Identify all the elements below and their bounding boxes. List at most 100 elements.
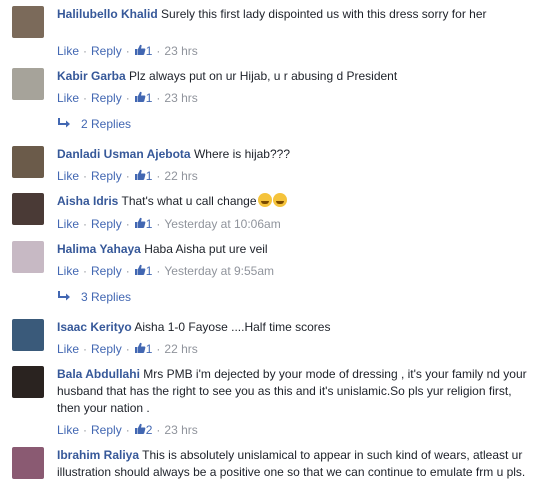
like-link[interactable]: Like bbox=[57, 91, 79, 105]
comment-author[interactable]: Ibrahim Raliya bbox=[57, 448, 139, 462]
comment-body: Halilubello Khalid Surely this first lad… bbox=[57, 6, 534, 23]
separator-dot: · bbox=[156, 217, 161, 231]
comment-author[interactable]: Isaac Kerityo bbox=[57, 320, 132, 334]
reply-link[interactable]: Reply bbox=[91, 342, 122, 356]
thumbs-up-icon bbox=[134, 44, 146, 55]
timestamp[interactable]: 22 hrs bbox=[164, 169, 197, 183]
like-count[interactable]: 1 bbox=[146, 342, 153, 356]
separator-dot: · bbox=[156, 423, 161, 437]
thumbs-up-icon bbox=[134, 91, 146, 102]
separator-dot: · bbox=[83, 169, 88, 183]
comment-body: Ibrahim Raliya This is absolutely unisla… bbox=[57, 447, 534, 481]
separator-dot: · bbox=[125, 217, 130, 231]
separator-dot: · bbox=[83, 217, 88, 231]
timestamp[interactable]: 23 hrs bbox=[164, 44, 197, 58]
like-link[interactable]: Like bbox=[57, 44, 79, 58]
separator-dot: · bbox=[156, 44, 161, 58]
comment-body: Bala Abdullahi Mrs PMB i'm dejected by y… bbox=[57, 366, 534, 417]
comment-author[interactable]: Danladi Usman Ajebota bbox=[57, 147, 191, 161]
separator-dot: · bbox=[156, 342, 161, 356]
separator-dot: · bbox=[125, 264, 130, 278]
comment-feed: Halilubello Khalid Surely this first lad… bbox=[0, 0, 546, 500]
thumbs-up-icon bbox=[134, 342, 146, 353]
avatar[interactable] bbox=[12, 366, 44, 398]
like-link[interactable]: Like bbox=[57, 264, 79, 278]
like-count[interactable]: 1 bbox=[146, 169, 153, 183]
comment-author[interactable]: Kabir Garba bbox=[57, 69, 126, 83]
avatar[interactable] bbox=[12, 241, 44, 273]
avatar[interactable] bbox=[12, 447, 44, 479]
like-count[interactable]: 2 bbox=[146, 423, 153, 437]
separator-dot: · bbox=[83, 264, 88, 278]
separator-dot: · bbox=[125, 169, 130, 183]
like-link[interactable]: Like bbox=[57, 342, 79, 356]
reply-link[interactable]: Reply bbox=[91, 91, 122, 105]
laughing-emoji-icon bbox=[257, 193, 272, 207]
comment-actions: Like · Reply · 1 · 23 hrs bbox=[57, 90, 198, 106]
thumbs-up-icon bbox=[134, 169, 146, 180]
separator-dot: · bbox=[83, 342, 88, 356]
comment-actions: Like · Reply · 1 · 22 hrs bbox=[57, 168, 198, 184]
replies-count[interactable]: 2 Replies bbox=[81, 117, 131, 131]
reply-arrow-icon bbox=[58, 291, 70, 301]
comment-author[interactable]: Bala Abdullahi bbox=[57, 367, 140, 381]
separator-dot: · bbox=[156, 169, 161, 183]
timestamp[interactable]: 22 hrs bbox=[164, 342, 197, 356]
comment-text: Aisha 1-0 Fayose ....Half time scores bbox=[134, 320, 331, 334]
like-count[interactable]: 1 bbox=[146, 264, 153, 278]
separator-dot: · bbox=[83, 44, 88, 58]
comment-text: That's what u call change bbox=[121, 194, 257, 208]
thumbs-up-icon bbox=[134, 423, 146, 434]
reply-link[interactable]: Reply bbox=[91, 169, 122, 183]
avatar[interactable] bbox=[12, 146, 44, 178]
separator-dot: · bbox=[125, 91, 130, 105]
comment-actions: Like · Reply · 1 · 22 hrs bbox=[57, 341, 198, 357]
comment-body: Kabir Garba Plz always put on ur Hijab, … bbox=[57, 68, 534, 85]
comment-body: Danladi Usman Ajebota Where is hijab??? bbox=[57, 146, 534, 163]
reply-link[interactable]: Reply bbox=[91, 423, 122, 437]
comment-actions: Like · Reply · 1 · Yesterday at 9:55am bbox=[57, 263, 274, 279]
view-replies-link[interactable]: 3 Replies bbox=[57, 289, 131, 305]
comment-text: Where is hijab??? bbox=[193, 147, 290, 161]
avatar[interactable] bbox=[12, 193, 44, 225]
like-link[interactable]: Like bbox=[57, 217, 79, 231]
separator-dot: · bbox=[125, 423, 130, 437]
thumbs-up-icon bbox=[134, 217, 146, 228]
like-count[interactable]: 1 bbox=[146, 44, 153, 58]
reply-link[interactable]: Reply bbox=[91, 44, 122, 58]
comment-actions: Like · Reply · 2 · 23 hrs bbox=[57, 422, 198, 438]
view-replies-link[interactable]: 2 Replies bbox=[57, 116, 131, 132]
timestamp[interactable]: Yesterday at 10:06am bbox=[164, 217, 280, 231]
comment-text: Surely this first lady dispointed us wit… bbox=[161, 7, 487, 21]
comment-actions: Like · Reply · 1 · Yesterday at 10:06am bbox=[57, 216, 281, 232]
like-count[interactable]: 1 bbox=[146, 217, 153, 231]
avatar[interactable] bbox=[12, 6, 44, 38]
comment-actions: Like · Reply · 1 · 23 hrs bbox=[57, 43, 198, 59]
reply-arrow-icon bbox=[58, 118, 70, 128]
reply-link[interactable]: Reply bbox=[91, 217, 122, 231]
comment-author[interactable]: Halima Yahaya bbox=[57, 242, 141, 256]
separator-dot: · bbox=[83, 91, 88, 105]
like-link[interactable]: Like bbox=[57, 169, 79, 183]
comment-text: Haba Aisha put ure veil bbox=[144, 242, 268, 256]
separator-dot: · bbox=[125, 44, 130, 58]
like-count[interactable]: 1 bbox=[146, 91, 153, 105]
comment-author[interactable]: Aisha Idris bbox=[57, 194, 118, 208]
timestamp[interactable]: 23 hrs bbox=[164, 91, 197, 105]
separator-dot: · bbox=[156, 91, 161, 105]
replies-count[interactable]: 3 Replies bbox=[81, 290, 131, 304]
separator-dot: · bbox=[156, 264, 161, 278]
timestamp[interactable]: 23 hrs bbox=[164, 423, 197, 437]
separator-dot: · bbox=[83, 423, 88, 437]
avatar[interactable] bbox=[12, 68, 44, 100]
reply-link[interactable]: Reply bbox=[91, 264, 122, 278]
avatar[interactable] bbox=[12, 319, 44, 351]
comment-author[interactable]: Halilubello Khalid bbox=[57, 7, 158, 21]
separator-dot: · bbox=[125, 342, 130, 356]
comment-body: Isaac Kerityo Aisha 1-0 Fayose ....Half … bbox=[57, 319, 534, 336]
timestamp[interactable]: Yesterday at 9:55am bbox=[164, 264, 274, 278]
comment-text: Plz always put on ur Hijab, u r abusing … bbox=[129, 69, 398, 83]
laughing-emoji-icon bbox=[272, 193, 287, 207]
comment-body: Aisha Idris That's what u call change bbox=[57, 193, 534, 210]
like-link[interactable]: Like bbox=[57, 423, 79, 437]
